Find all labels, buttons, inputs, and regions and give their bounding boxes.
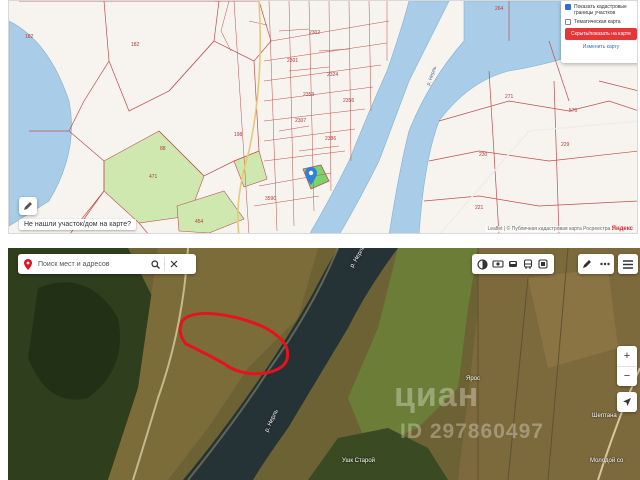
menu-button[interactable] (618, 254, 638, 274)
parcel-label: 454 (195, 219, 204, 225)
search-input[interactable] (38, 257, 146, 271)
checkbox-label: Показать кадастровые границы участков (574, 4, 627, 16)
hamburger-icon (623, 259, 633, 269)
checkbox-unchecked-icon[interactable] (565, 19, 571, 25)
not-found-link[interactable]: Не нашли участок/дом на карте? (19, 219, 136, 230)
satellite-map[interactable]: + − р. Нерль р. Нерль Ушк Старой Ярос Ше… (8, 248, 640, 480)
zoom-in-button[interactable]: + (617, 346, 637, 366)
show-on-map-button[interactable]: Скрыть/показать на карте (565, 28, 637, 40)
parcel-label: 2302 (309, 30, 321, 36)
bus-icon[interactable] (521, 256, 536, 272)
zoom-control: + − (617, 346, 637, 386)
cadastral-map-canvas (9, 1, 637, 233)
cian-watermark: циан (394, 376, 480, 414)
checkbox-thematic-map[interactable]: Тематическая карта (565, 19, 637, 25)
parcel-label: 182 (25, 34, 34, 40)
road-2 (439, 120, 637, 233)
parcel-label: 2386 (325, 136, 337, 142)
more-icon[interactable] (597, 256, 613, 272)
parcel-label: 221 (475, 205, 484, 211)
lake-left (9, 20, 72, 227)
change-map-link[interactable]: Изменить карту (565, 44, 637, 50)
forest-area-3 (233, 150, 268, 188)
edit-button[interactable] (19, 197, 37, 215)
satellite-map-canvas (8, 248, 640, 480)
yandex-logo: Яндекс (611, 226, 633, 232)
place-label: Ушк Старой (342, 458, 376, 464)
search-bar[interactable] (18, 254, 196, 274)
tools-group (578, 254, 614, 274)
parcel-label: 264 (495, 6, 504, 12)
parcel-label: 2307 (295, 118, 307, 124)
place-label: Шептана (592, 413, 617, 419)
parcel-label: 2301 (287, 58, 299, 64)
pencil-icon (24, 202, 32, 210)
search-icon[interactable] (146, 254, 164, 274)
listing-id-watermark: ID 297860497 (400, 420, 544, 443)
parcel-label: 88 (160, 146, 166, 152)
separator (0, 234, 640, 248)
map-attribution: Leaflet | © Публичная кадастровая карта … (485, 226, 635, 232)
locate-button[interactable] (617, 392, 637, 412)
zoom-out-button[interactable]: − (617, 365, 637, 387)
parcel-label: 271 (505, 94, 514, 100)
layers-toggle-icon[interactable] (475, 256, 490, 272)
parcel-label: 2353 (303, 92, 315, 98)
parking-icon[interactable] (536, 256, 551, 272)
layers-toolbar (472, 254, 554, 274)
parcel-label: 182 (131, 42, 140, 48)
close-icon[interactable] (165, 254, 183, 274)
parcel-label: 230 (479, 152, 488, 158)
parcel-label: 471 (149, 174, 158, 180)
map-pin-icon (18, 254, 38, 274)
place-label: Молодой со (590, 458, 624, 464)
layer-panel: Показать кадастровые границы участков Те… (561, 1, 637, 63)
checkbox-checked-icon[interactable] (565, 4, 571, 10)
parcel-label: 198 (234, 132, 243, 138)
parcel-label: 570 (569, 108, 578, 114)
location-pin-icon[interactable] (305, 167, 317, 185)
cadastral-map[interactable]: 182 182 198 88 471 454 2302 2301 2324 23… (8, 0, 638, 234)
parcel-label: 229 (561, 142, 570, 148)
attribution-text: Leaflet | © Публичная кадастровая карта … (487, 226, 611, 232)
parcel-label: 2356 (343, 98, 355, 104)
navigation-arrow-icon (623, 398, 631, 406)
ruler-icon[interactable] (579, 256, 595, 272)
checkbox-cadastral-boundaries[interactable]: Показать кадастровые границы участков (565, 4, 637, 16)
traffic-icon[interactable] (505, 256, 520, 272)
parcel-label: 2324 (327, 72, 339, 78)
checkbox-label: Тематическая карта (574, 19, 621, 25)
panorama-icon[interactable] (490, 256, 505, 272)
parcel-label: 3590 (265, 196, 277, 202)
